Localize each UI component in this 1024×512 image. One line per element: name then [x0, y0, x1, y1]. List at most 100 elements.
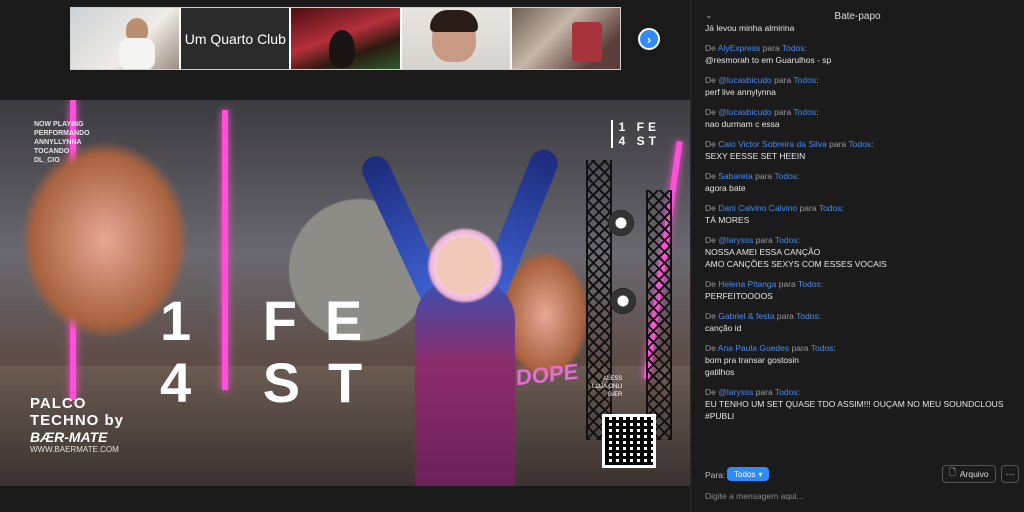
to-word: para	[762, 43, 780, 53]
message-meta: De Dani Calvino Calvino para Todos:	[705, 203, 844, 213]
now-playing-text: NOW PLAYING PERFORMANDO ANNYLLYNNA TOCAN…	[34, 121, 90, 164]
sender-name[interactable]: Ana Paula Guedes	[718, 343, 789, 353]
to-word: para	[774, 107, 792, 117]
chat-title: Bate-papo	[834, 10, 881, 22]
chat-message: De Sabareta para Todos: agora bate	[691, 171, 1024, 194]
sender-name[interactable]: AlyExpress	[718, 43, 761, 53]
video-pane: Um Quarto Club › NOW PLAYING PERFORMANDO…	[0, 0, 690, 512]
participant-video-2[interactable]: Um Quarto Club	[181, 8, 290, 69]
recipient-name: Todos	[848, 139, 872, 149]
sponsor-line-1: PALCO	[30, 395, 87, 412]
performer-head	[425, 225, 505, 315]
participant-video-1[interactable]	[71, 8, 180, 69]
recipient-label: Para:	[705, 470, 726, 480]
chat-message: De @lucasbicudo para Todos: perf live ann…	[691, 75, 1024, 98]
to-word: para	[829, 139, 847, 149]
message-text: PERFEITOOOOS	[705, 291, 773, 301]
to-word: para	[755, 171, 773, 181]
chat-message: De @larysss para Todos: NOSSA AMEI ESSA C…	[691, 235, 1024, 270]
from-word: De	[705, 43, 716, 53]
main-speaker-video: NOW PLAYING PERFORMANDO ANNYLLYNNA TOCAN…	[0, 100, 690, 486]
from-word: De	[705, 387, 716, 397]
chat-message: De Gabriel & festa para Todos: canção id	[691, 311, 1024, 334]
to-word: para	[776, 311, 794, 321]
message-meta: De Sabareta para Todos:	[705, 171, 800, 181]
to-word: para	[778, 279, 796, 289]
performer	[357, 130, 562, 486]
from-word: De	[705, 75, 716, 85]
from-word: De	[705, 107, 716, 117]
chat-message: De Caio Victor Sobreira da Silva para To…	[691, 139, 1024, 162]
recipient-dropdown[interactable]: Todos ▾	[727, 467, 770, 481]
to-word: para	[791, 343, 809, 353]
sender-name[interactable]: Helena Pitanga	[718, 279, 776, 289]
qr-code	[602, 414, 656, 468]
to-word: para	[799, 203, 817, 213]
sender-name[interactable]: @lucasbicudo	[718, 107, 772, 117]
recipient-name: Todos	[798, 279, 821, 289]
message-meta: De @larysss para Todos:	[705, 387, 800, 397]
participant-video-4[interactable]	[401, 8, 510, 69]
to-word: para	[755, 387, 773, 397]
sponsor-banner: PALCO TECHNO by BÆR-MATE WWW.BAERMATE.CO…	[30, 395, 124, 454]
chat-message: De Dani Calvino Calvino para Todos: TÁ MO…	[691, 203, 1024, 226]
chevron-down-icon[interactable]: ⌄	[705, 10, 713, 21]
stage-truss	[646, 190, 672, 440]
message-input[interactable]	[705, 488, 1005, 504]
from-word: De	[705, 235, 716, 245]
sender-name[interactable]: Gabriel & festa	[718, 311, 774, 321]
participant-video-3[interactable]	[291, 8, 400, 69]
chat-message: De AlyExpress para Todos: @resmorah to em…	[691, 43, 1024, 66]
message-text: gatilhos	[705, 367, 735, 377]
stage-spotlight-icon	[610, 288, 636, 314]
message-meta: De AlyExpress para Todos:	[705, 43, 807, 53]
sender-name[interactable]: @lucasbicudo	[718, 75, 772, 85]
to-word: para	[755, 235, 773, 245]
sender-name[interactable]: @larysss	[718, 387, 753, 397]
caret-down-icon: ▾	[758, 469, 763, 479]
participant-name-label: Um Quarto Club	[184, 30, 286, 47]
message-meta: De @lucasbicudo para Todos:	[705, 75, 819, 85]
message-text: SEXY EESSE SET HEEIN	[705, 151, 806, 161]
message-text: nao durmam c essa	[705, 119, 780, 129]
recipient-name: Todos	[796, 311, 819, 321]
chat-message-list[interactable]: Já levou minha almirina De AlyExpress pa…	[691, 22, 1024, 442]
chat-message-partial: Já levou minha almirina	[705, 23, 795, 33]
chevron-right-icon: ›	[646, 31, 652, 47]
sender-name[interactable]: Sabareta	[718, 171, 753, 181]
chat-message: De Ana Paula Guedes para Todos: bom pra t…	[691, 343, 1024, 378]
from-word: De	[705, 171, 716, 181]
recipient-name: Todos	[793, 75, 817, 85]
message-text: canção id	[705, 323, 742, 333]
sender-name[interactable]: Caio Victor Sobreira da Silva	[718, 139, 827, 149]
from-word: De	[705, 139, 716, 149]
message-text: perf live annylynna	[705, 87, 776, 97]
sender-name[interactable]: @larysss	[718, 235, 753, 245]
chat-panel: ⌄ Bate-papo Já levou minha almirina De A…	[690, 0, 1024, 512]
message-meta: De @larysss para Todos:	[705, 235, 800, 245]
participant-video-5[interactable]	[511, 8, 621, 69]
fest-logo-large: 1 FE 4 ST	[160, 289, 391, 414]
fest-logo-small: 1 FE 4 ST	[610, 120, 660, 148]
recipient-name: Todos	[774, 387, 798, 397]
to-word: para	[774, 75, 792, 85]
store-stand-text: ALESS LOJA ONLI BÆR	[592, 376, 623, 398]
recipient-name: Todos	[818, 203, 842, 213]
sender-name[interactable]: Dani Calvino Calvino	[718, 203, 797, 213]
sponsor-url: WWW.BAERMATE.COM	[30, 445, 119, 454]
recipient-name: Todos	[810, 343, 834, 353]
message-meta: De Caio Victor Sobreira da Silva para To…	[705, 139, 874, 149]
sponsor-line-2: TECHNO by	[30, 412, 125, 429]
message-text: AMO CANÇÕES SEXYS COM ESSES VOCAIS	[705, 259, 887, 269]
message-text: agora bate	[705, 183, 746, 193]
from-word: De	[705, 279, 716, 289]
message-meta: De Helena Pitanga para Todos:	[705, 279, 824, 289]
chat-message: De @larysss para Todos: EU TENHO UM SET Q…	[691, 387, 1024, 422]
message-text: bom pra transar gostosin	[705, 355, 800, 365]
message-text: NOSSA AMEI ESSA CANÇÃO	[705, 247, 821, 257]
sponsor-brand: BÆR-MATE	[30, 429, 108, 445]
more-options-button[interactable]: ···	[1001, 465, 1019, 483]
next-participants-button[interactable]: ›	[638, 28, 660, 50]
chat-footer: Para: Todos ▾ 🗋 Arquivo ···	[691, 460, 1024, 512]
file-button[interactable]: 🗋 Arquivo	[942, 465, 996, 483]
